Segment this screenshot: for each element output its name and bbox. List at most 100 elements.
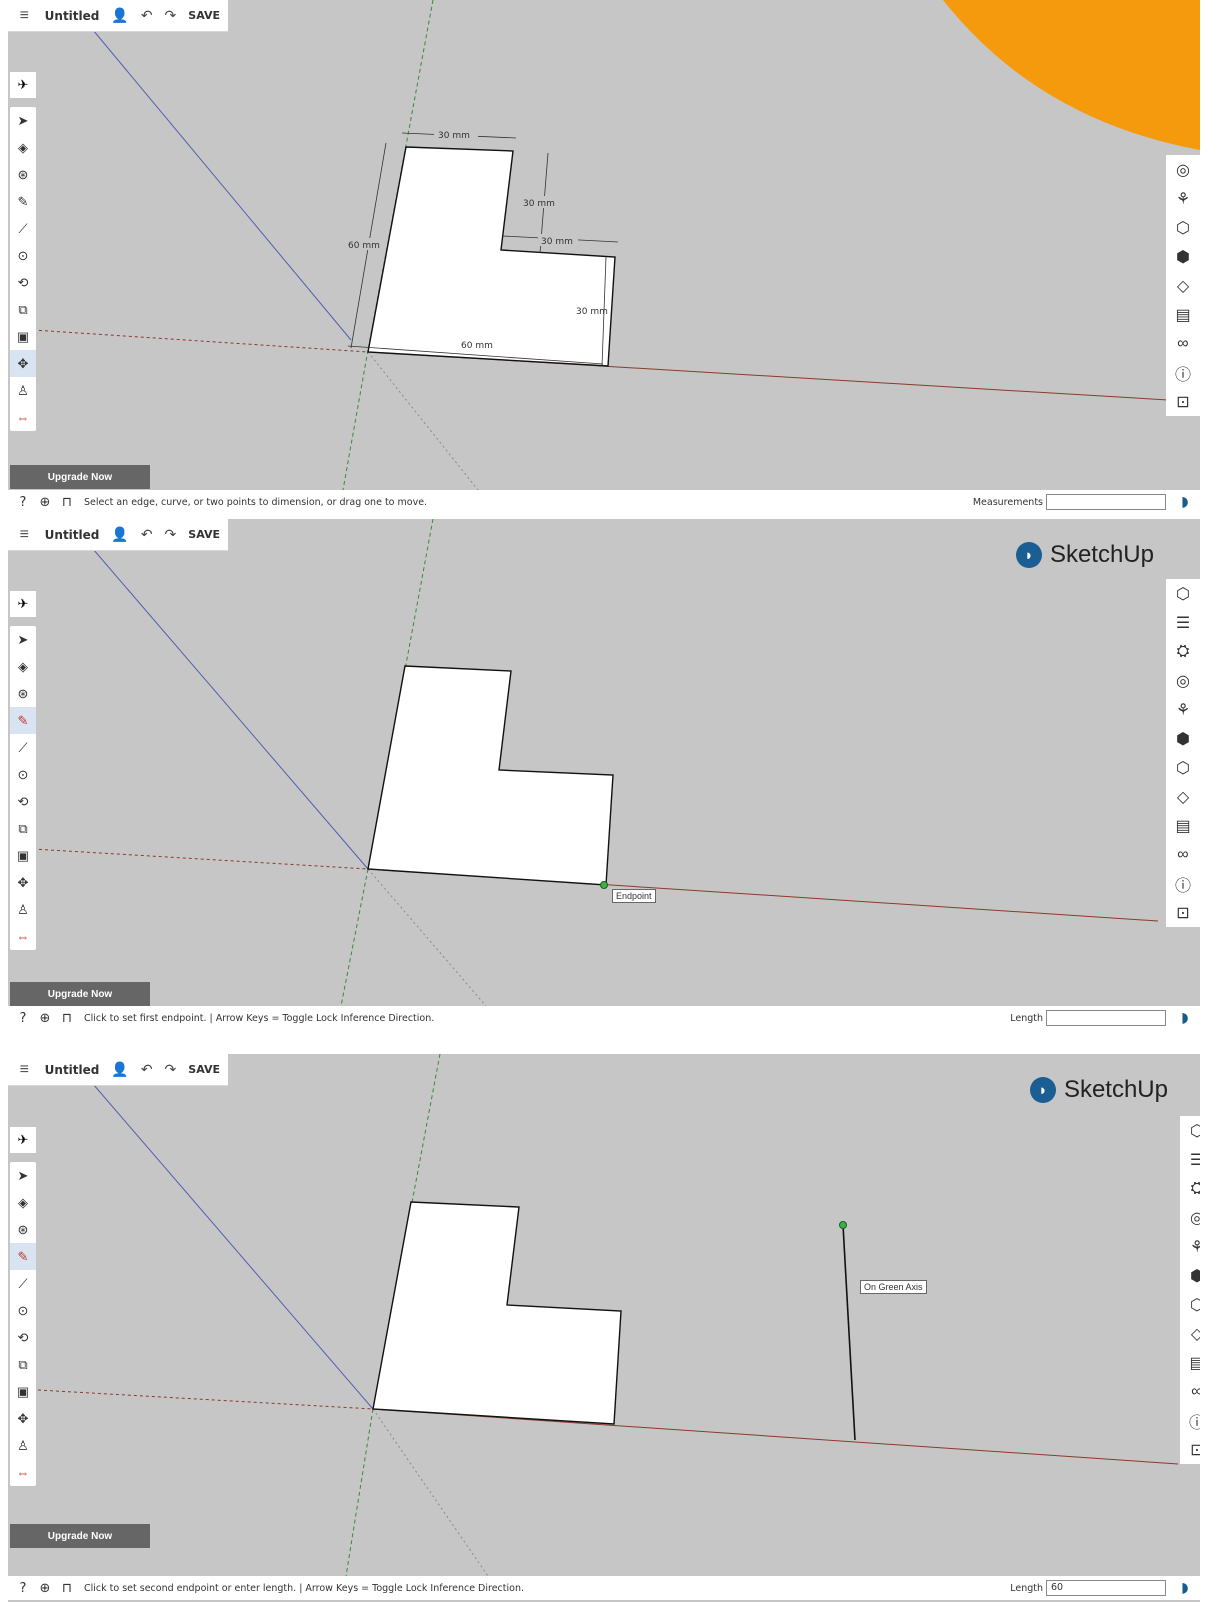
model-info-icon[interactable]: ⊡ (1166, 898, 1200, 927)
walk-tool-icon[interactable]: ♙ (10, 896, 36, 923)
circle-tool-icon[interactable]: ⊙ (10, 242, 36, 269)
add-user-icon[interactable]: 👤 (111, 1061, 128, 1078)
glasses-icon[interactable]: ∞ (1166, 329, 1200, 358)
scenes-icon[interactable]: ▤ (1166, 300, 1200, 329)
model-info-icon[interactable]: ⊡ (1166, 387, 1200, 416)
hamburger-icon[interactable]: ≡ (16, 7, 33, 25)
undo-icon[interactable]: ↶ (141, 526, 153, 543)
help-icon[interactable]: ? (12, 1011, 34, 1026)
scenes-icon[interactable]: ⛭ (1180, 1174, 1200, 1203)
paint-bucket-icon[interactable]: ⊛ (10, 680, 36, 707)
upgrade-button[interactable]: Upgrade Now (10, 465, 150, 489)
move-tool-icon[interactable]: ✥ (10, 350, 36, 377)
instructor-icon[interactable]: ⬡ (1180, 1116, 1200, 1145)
globe-icon[interactable]: ⊕ (34, 495, 56, 510)
info-icon[interactable]: ⓘ (1166, 869, 1200, 898)
model-canvas[interactable] (8, 1054, 1200, 1576)
line-tool-icon[interactable]: ⟋ (10, 215, 36, 242)
entity-info-icon[interactable]: ⬡ (1166, 753, 1200, 782)
tags-icon[interactable]: ◇ (1166, 782, 1200, 811)
save-button[interactable]: SAVE (188, 1063, 220, 1076)
tags-icon[interactable]: ◇ (1180, 1319, 1200, 1348)
offset-icon[interactable]: ⧉ (10, 1351, 36, 1378)
pencil-tool-icon[interactable]: ✎ (10, 188, 36, 215)
mouse-icon[interactable]: ⊓ (56, 1581, 78, 1596)
eraser-tool-icon[interactable]: ◈ (10, 134, 36, 161)
offset-icon[interactable]: ⧉ (10, 815, 36, 842)
file-title[interactable]: Untitled (45, 1063, 100, 1077)
entity-info-icon[interactable]: ⬢ (1166, 242, 1200, 271)
redo-icon[interactable]: ↷ (165, 7, 177, 24)
push-pull-icon[interactable]: ⟲ (10, 788, 36, 815)
redo-icon[interactable]: ↷ (165, 1061, 177, 1078)
search-tools-icon[interactable]: ✈ (10, 72, 36, 98)
orbit-tool-icon[interactable]: ⇔ (10, 923, 36, 950)
components-icon[interactable]: ⚘ (1166, 184, 1200, 213)
file-title[interactable]: Untitled (45, 528, 100, 542)
components-icon[interactable]: ⚘ (1166, 695, 1200, 724)
length-input[interactable] (1046, 1010, 1166, 1026)
redo-icon[interactable]: ↷ (165, 526, 177, 543)
move-tool-icon[interactable]: ✥ (10, 869, 36, 896)
glasses-icon[interactable]: ∞ (1166, 840, 1200, 869)
materials-icon[interactable]: ⬡ (1166, 213, 1200, 242)
select-tool-icon[interactable]: ➤ (10, 626, 36, 653)
push-pull-icon[interactable]: ⟲ (10, 1324, 36, 1351)
paint-bucket-icon[interactable]: ⊛ (10, 1216, 36, 1243)
paint-bucket-icon[interactable]: ⊛ (10, 161, 36, 188)
measurements-input[interactable] (1046, 494, 1166, 510)
glasses-icon[interactable]: ∞ (1180, 1377, 1200, 1406)
undo-icon[interactable]: ↶ (141, 1061, 153, 1078)
orbit-tool-icon[interactable]: ⇔ (10, 1459, 36, 1486)
pencil-tool-icon[interactable]: ✎ (10, 707, 36, 734)
model-info-icon[interactable]: ⊡ (1180, 1435, 1200, 1464)
mouse-icon[interactable]: ⊓ (56, 495, 78, 510)
select-tool-icon[interactable]: ➤ (10, 107, 36, 134)
tape-measure-icon[interactable]: ▣ (10, 1378, 36, 1405)
circle-tool-icon[interactable]: ⊙ (10, 1297, 36, 1324)
upgrade-button[interactable]: Upgrade Now (10, 1524, 150, 1548)
info-icon[interactable]: ⓘ (1166, 358, 1200, 387)
upgrade-button[interactable]: Upgrade Now (10, 982, 150, 1006)
add-user-icon[interactable]: 👤 (111, 526, 128, 543)
walk-tool-icon[interactable]: ♙ (10, 377, 36, 404)
select-tool-icon[interactable]: ➤ (10, 1162, 36, 1189)
tape-measure-icon[interactable]: ▣ (10, 323, 36, 350)
scenes-icon[interactable]: ⛭ (1166, 637, 1200, 666)
outliner-icon[interactable]: ☰ (1166, 608, 1200, 637)
entity-info-icon[interactable]: ⬡ (1180, 1290, 1200, 1319)
eraser-tool-icon[interactable]: ◈ (10, 1189, 36, 1216)
tape-measure-icon[interactable]: ▣ (10, 842, 36, 869)
circle-tool-icon[interactable]: ⊙ (10, 761, 36, 788)
styles-icon[interactable]: ◎ (1166, 666, 1200, 695)
model-canvas[interactable]: 30 mm 30 mm 30 mm 60 mm 30 mm 60 mm (8, 0, 1200, 490)
hamburger-icon[interactable]: ≡ (16, 526, 33, 544)
tags-icon[interactable]: ◇ (1166, 271, 1200, 300)
search-tools-icon[interactable]: ✈ (10, 1127, 36, 1153)
hamburger-icon[interactable]: ≡ (16, 1061, 33, 1079)
walk-tool-icon[interactable]: ♙ (10, 1432, 36, 1459)
push-pull-icon[interactable]: ⟲ (10, 269, 36, 296)
length-input[interactable]: 60 (1046, 1580, 1166, 1596)
viewport[interactable]: 30 mm 30 mm 30 mm 60 mm 30 mm 60 mm ≡ Un… (8, 0, 1200, 490)
instructor-icon[interactable]: ⬡ (1166, 579, 1200, 608)
model-canvas[interactable] (8, 519, 1200, 1006)
help-icon[interactable]: ? (12, 1581, 34, 1596)
eraser-tool-icon[interactable]: ◈ (10, 653, 36, 680)
help-icon[interactable]: ? (12, 495, 34, 510)
materials-icon[interactable]: ⬢ (1180, 1261, 1200, 1290)
save-button[interactable]: SAVE (188, 528, 220, 541)
materials-icon[interactable]: ⬢ (1166, 724, 1200, 753)
offset-icon[interactable]: ⧉ (10, 296, 36, 323)
globe-icon[interactable]: ⊕ (34, 1011, 56, 1026)
orbit-tool-icon[interactable]: ⇔ (10, 404, 36, 431)
styles-icon[interactable]: ◎ (1180, 1203, 1200, 1232)
search-tools-icon[interactable]: ✈ (10, 591, 36, 617)
display-icon[interactable]: ▤ (1166, 811, 1200, 840)
outliner-icon[interactable]: ☰ (1180, 1145, 1200, 1174)
undo-icon[interactable]: ↶ (141, 7, 153, 24)
line-tool-icon[interactable]: ⟋ (10, 734, 36, 761)
add-user-icon[interactable]: 👤 (111, 7, 128, 24)
info-icon[interactable]: ⓘ (1180, 1406, 1200, 1435)
globe-icon[interactable]: ⊕ (34, 1581, 56, 1596)
